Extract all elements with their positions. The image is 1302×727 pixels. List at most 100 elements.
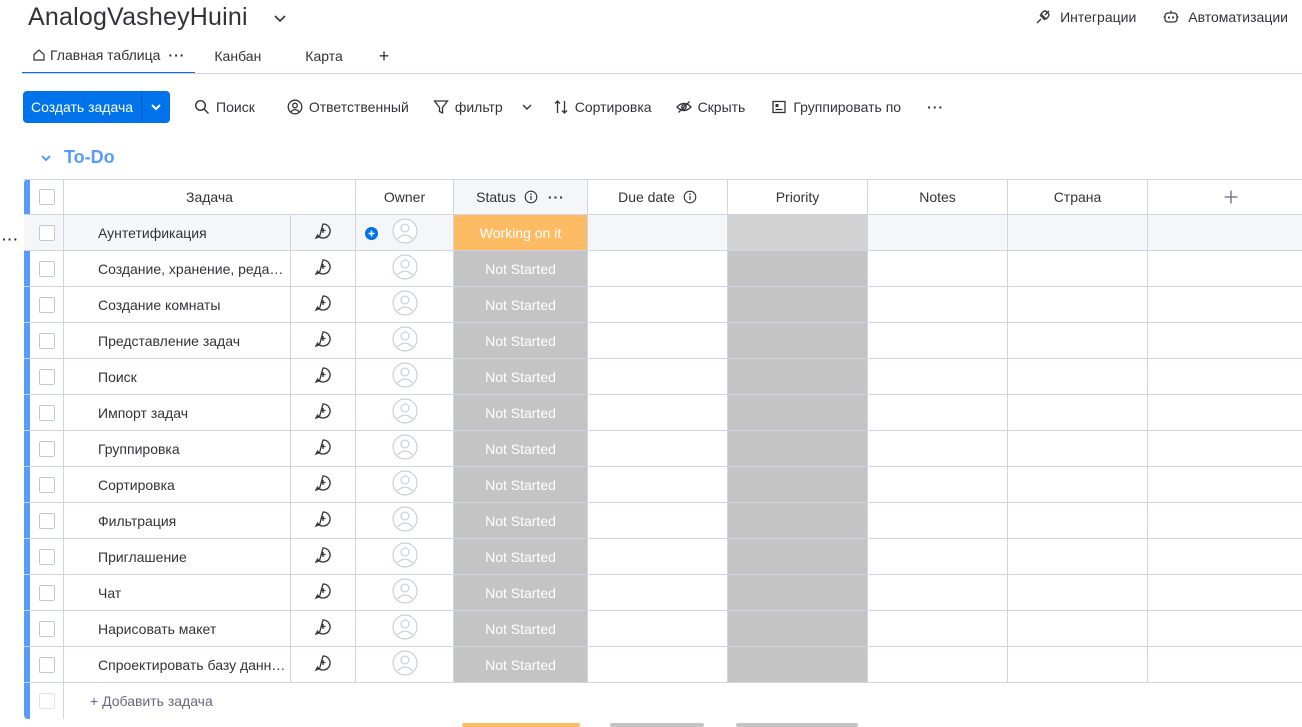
- status-cell[interactable]: Working on it: [454, 215, 588, 250]
- column-header-priority[interactable]: Priority: [728, 180, 868, 214]
- notes-cell[interactable]: [868, 395, 1008, 430]
- updates-cell[interactable]: [291, 575, 356, 610]
- owner-cell[interactable]: [356, 503, 454, 538]
- search-button[interactable]: Поиск: [194, 99, 255, 115]
- task-name[interactable]: Создание комнаты: [98, 297, 220, 313]
- task-cell[interactable]: Представление задач: [64, 323, 291, 358]
- notes-cell[interactable]: [868, 359, 1008, 394]
- country-cell[interactable]: [1008, 359, 1148, 394]
- owner-cell[interactable]: [356, 431, 454, 466]
- owner-cell[interactable]: [356, 251, 454, 286]
- owner-cell[interactable]: [356, 395, 454, 430]
- notes-cell[interactable]: [868, 539, 1008, 574]
- priority-cell[interactable]: [728, 395, 868, 430]
- notes-cell[interactable]: [868, 575, 1008, 610]
- table-row[interactable]: Сортировка Not Started: [24, 467, 1302, 503]
- due-date-cell[interactable]: [588, 215, 728, 250]
- table-row[interactable]: Нарисовать макет Not Started: [24, 611, 1302, 647]
- row-checkbox[interactable]: [38, 368, 55, 385]
- status-cell[interactable]: Not Started: [454, 647, 588, 682]
- owner-cell[interactable]: [356, 575, 454, 610]
- row-checkbox[interactable]: [38, 584, 55, 601]
- notes-cell[interactable]: [868, 467, 1008, 502]
- due-date-cell[interactable]: [588, 359, 728, 394]
- avatar[interactable]: [392, 614, 418, 643]
- table-row[interactable]: Поиск Not Started: [24, 359, 1302, 395]
- row-checkbox[interactable]: [38, 296, 55, 313]
- status-cell[interactable]: Not Started: [454, 251, 588, 286]
- automations-button[interactable]: Автоматизации: [1162, 8, 1288, 26]
- notes-cell[interactable]: [868, 323, 1008, 358]
- new-item-button[interactable]: Создать задача: [23, 91, 141, 123]
- chat-add-icon[interactable]: [314, 510, 332, 531]
- row-checkbox[interactable]: [38, 476, 55, 493]
- country-cell[interactable]: [1008, 323, 1148, 358]
- chat-add-icon[interactable]: [314, 546, 332, 567]
- group-by-button[interactable]: Группировать по: [771, 99, 901, 115]
- status-cell[interactable]: Not Started: [454, 287, 588, 322]
- avatar[interactable]: [392, 326, 418, 355]
- updates-cell[interactable]: [291, 539, 356, 574]
- owner-cell[interactable]: [356, 215, 454, 250]
- country-cell[interactable]: [1008, 539, 1148, 574]
- add-column-button[interactable]: [1148, 180, 1302, 214]
- task-name[interactable]: Аунтетификация: [98, 225, 207, 241]
- country-cell[interactable]: [1008, 467, 1148, 502]
- avatar[interactable]: [392, 398, 418, 427]
- task-cell[interactable]: Создание комнаты: [64, 287, 291, 322]
- status-cell[interactable]: Not Started: [454, 611, 588, 646]
- table-row[interactable]: Создание, хранение, редактирование Not St…: [24, 251, 1302, 287]
- tab-kanban[interactable]: Канбан: [214, 38, 261, 74]
- chat-add-icon[interactable]: [314, 438, 332, 459]
- status-cell[interactable]: Not Started: [454, 359, 588, 394]
- row-menu-icon[interactable]: ···: [2, 231, 19, 247]
- country-cell[interactable]: [1008, 251, 1148, 286]
- task-name[interactable]: Приглашение: [98, 549, 187, 565]
- notes-cell[interactable]: [868, 611, 1008, 646]
- avatar[interactable]: [392, 254, 418, 283]
- chat-add-icon[interactable]: [314, 654, 332, 675]
- avatar[interactable]: [392, 290, 418, 319]
- board-title[interactable]: AnalogVasheyHuini: [28, 3, 248, 32]
- column-header-status[interactable]: Status ···: [454, 180, 588, 214]
- notes-cell[interactable]: [868, 431, 1008, 466]
- integrations-button[interactable]: Интеграции: [1034, 8, 1136, 26]
- row-checkbox[interactable]: [38, 260, 55, 277]
- row-checkbox[interactable]: [38, 512, 55, 529]
- due-date-cell[interactable]: [588, 287, 728, 322]
- table-row[interactable]: Импорт задач Not Started: [24, 395, 1302, 431]
- due-date-cell[interactable]: [588, 251, 728, 286]
- chat-add-icon[interactable]: [314, 330, 332, 351]
- updates-cell[interactable]: [291, 359, 356, 394]
- priority-cell[interactable]: [728, 287, 868, 322]
- column-header-due-date[interactable]: Due date: [588, 180, 728, 214]
- task-cell[interactable]: Фильтрация: [64, 503, 291, 538]
- column-header-owner[interactable]: Owner: [356, 180, 454, 214]
- filter-button[interactable]: фильтр: [432, 99, 533, 115]
- due-date-cell[interactable]: [588, 467, 728, 502]
- table-row[interactable]: Создание комнаты Not Started: [24, 287, 1302, 323]
- priority-cell[interactable]: [728, 539, 868, 574]
- notes-cell[interactable]: [868, 287, 1008, 322]
- table-row[interactable]: Спроектировать базу данных Not Started: [24, 647, 1302, 683]
- avatar[interactable]: [392, 434, 418, 463]
- owner-cell[interactable]: [356, 467, 454, 502]
- notes-cell[interactable]: [868, 215, 1008, 250]
- updates-cell[interactable]: [291, 431, 356, 466]
- row-checkbox[interactable]: [38, 404, 55, 421]
- priority-cell[interactable]: [728, 215, 868, 250]
- task-name[interactable]: Сортировка: [98, 477, 175, 493]
- priority-cell[interactable]: [728, 467, 868, 502]
- add-view-button[interactable]: +: [379, 38, 390, 74]
- updates-cell[interactable]: [291, 395, 356, 430]
- due-date-cell[interactable]: [588, 647, 728, 682]
- country-cell[interactable]: [1008, 575, 1148, 610]
- table-row[interactable]: Аунтетификация Working on it: [24, 215, 1302, 251]
- row-checkbox[interactable]: [38, 620, 55, 637]
- table-row[interactable]: Чат Not Started: [24, 575, 1302, 611]
- row-checkbox[interactable]: [38, 440, 55, 457]
- task-name[interactable]: Импорт задач: [98, 405, 188, 421]
- chat-add-icon[interactable]: [314, 294, 332, 315]
- task-cell[interactable]: Сортировка: [64, 467, 291, 502]
- task-cell[interactable]: Создание, хранение, редактирование: [64, 251, 291, 286]
